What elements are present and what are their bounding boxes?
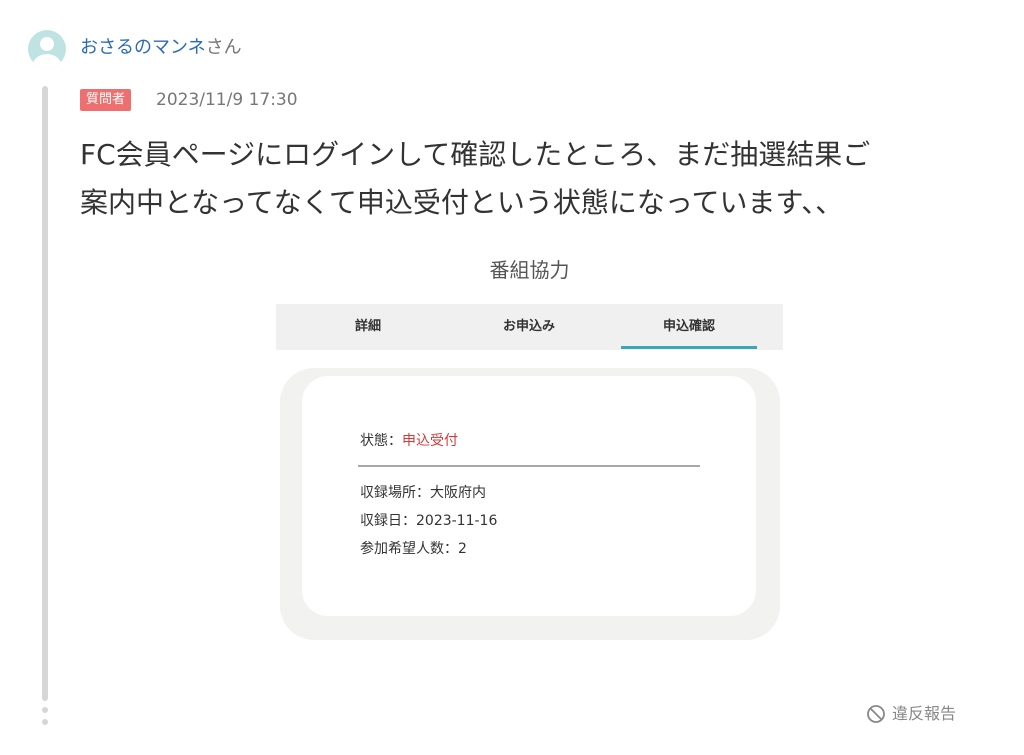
status-label: 状態： bbox=[360, 433, 402, 449]
username-row: おさるのマンネさん bbox=[80, 35, 242, 61]
tab-application-confirm: 申込確認 bbox=[662, 319, 715, 334]
avatar-head bbox=[40, 37, 54, 51]
detail-date: 収録日：2023-11-16 bbox=[360, 513, 498, 529]
embed-title: 番組協力 bbox=[489, 258, 570, 282]
post-timestamp: 2023/11/9 17:30 bbox=[156, 90, 298, 110]
tab-application: お申込み bbox=[502, 319, 555, 334]
detail-location: 収録場所：大阪府内 bbox=[360, 485, 486, 501]
detail-participants: 参加希望人数：2 bbox=[360, 541, 467, 557]
report-button[interactable]: 違反報告 bbox=[866, 702, 956, 726]
question-text: FC会員ページにログインして確認したところ、まだ抽選結果ご 案内中となってなくて… bbox=[80, 131, 1000, 227]
card-divider bbox=[358, 465, 700, 467]
ban-icon bbox=[867, 705, 885, 723]
attached-image[interactable]: 番組協力 詳細 お申込み 申込確認 状態：申込受付 収録場所：大阪府内 収録日：… bbox=[276, 244, 783, 644]
avatar-body bbox=[33, 54, 61, 68]
username-suffix: さん bbox=[205, 37, 242, 58]
status-row: 状態：申込受付 bbox=[360, 430, 458, 450]
status-card: 状態：申込受付 収録場所：大阪府内 収録日：2023-11-16 参加希望人数：… bbox=[302, 376, 756, 616]
active-tab-indicator bbox=[621, 346, 757, 349]
question-line: FC会員ページにログインして確認したところ、まだ抽選結果ご bbox=[80, 138, 871, 171]
user-avatar-icon[interactable] bbox=[28, 30, 66, 68]
status-value: 申込受付 bbox=[402, 433, 458, 449]
tab-details: 詳細 bbox=[354, 319, 381, 334]
report-label: 違反報告 bbox=[892, 704, 957, 723]
question-line: 案内中となってなくて申込受付という状態になっています、、 bbox=[80, 186, 844, 219]
thread-dot bbox=[42, 707, 48, 713]
thread-dot bbox=[42, 719, 48, 725]
embed-tab-bar: 詳細 お申込み 申込確認 bbox=[276, 304, 783, 350]
username-link[interactable]: おさるのマンネ bbox=[80, 37, 206, 58]
questioner-badge: 質問者 bbox=[80, 89, 132, 111]
thread-line bbox=[42, 86, 48, 701]
